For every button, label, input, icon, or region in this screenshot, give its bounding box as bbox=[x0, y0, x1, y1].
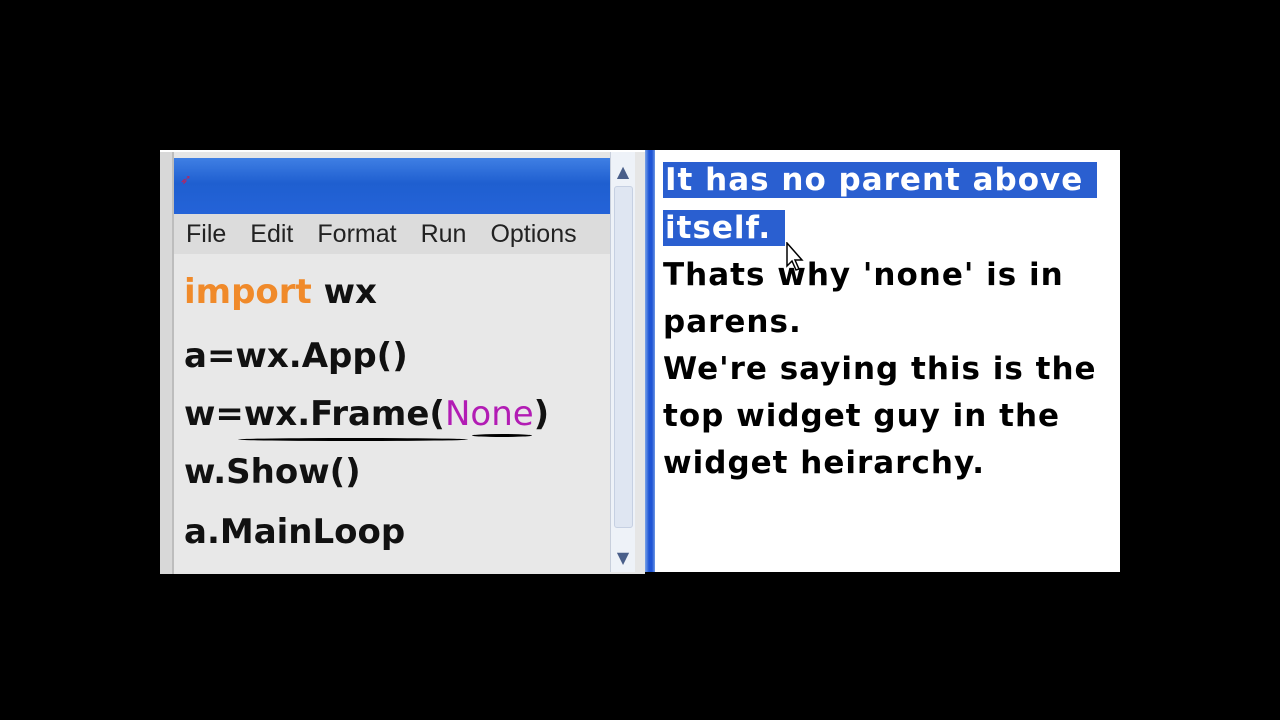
python-app-icon: ➶ bbox=[180, 172, 192, 188]
scroll-thumb[interactable] bbox=[614, 186, 633, 528]
code-text: ) bbox=[533, 394, 550, 434]
menu-bar: File Edit Format Run Options bbox=[174, 214, 610, 254]
window-divider bbox=[645, 150, 655, 572]
idle-editor-window: ➶ File Edit Format Run Options import wx… bbox=[160, 150, 645, 574]
code-line-2: a=wx.App() bbox=[184, 336, 408, 376]
menu-format[interactable]: Format bbox=[317, 220, 396, 249]
note-line-7: widget heirarchy. bbox=[663, 445, 986, 481]
mouse-pointer-icon bbox=[786, 242, 804, 271]
code-line-5: a.MainLoop bbox=[184, 512, 406, 552]
keyword-import: import bbox=[184, 272, 312, 312]
menu-edit[interactable]: Edit bbox=[250, 220, 293, 249]
note-line-1: It has no parent above bbox=[663, 162, 1098, 198]
code-text: wx bbox=[311, 272, 377, 312]
code-text: w=wx.Frame( bbox=[184, 394, 445, 434]
scroll-down-icon[interactable]: ▼ bbox=[611, 546, 635, 570]
note-line-6: top widget guy in the bbox=[663, 398, 1061, 434]
note-line-4: parens. bbox=[663, 304, 802, 340]
menu-options[interactable]: Options bbox=[490, 220, 576, 249]
note-line-3: Thats why 'none' is in bbox=[663, 257, 1064, 293]
annotation-panel: It has no parent above itself. Thats why… bbox=[655, 150, 1120, 572]
note-line-2: itself. bbox=[663, 210, 786, 246]
title-bar[interactable]: ➶ bbox=[174, 158, 610, 214]
selected-text: It has no parent above bbox=[663, 162, 1098, 198]
selected-text: itself. bbox=[663, 210, 786, 246]
code-line-3: w=wx.Frame(None) bbox=[184, 394, 549, 434]
vertical-scrollbar[interactable]: ▲ ▼ bbox=[610, 152, 635, 572]
code-editor[interactable]: import wx a=wx.App() w=wx.Frame(None) w.… bbox=[174, 254, 610, 572]
handwritten-underline bbox=[238, 438, 468, 441]
menu-run[interactable]: Run bbox=[421, 220, 467, 249]
code-line-4: w.Show() bbox=[184, 452, 361, 492]
note-line-5: We're saying this is the bbox=[663, 351, 1097, 387]
code-line-1: import wx bbox=[184, 272, 377, 312]
scroll-up-icon[interactable]: ▲ bbox=[611, 160, 635, 184]
handwritten-underline bbox=[472, 434, 532, 437]
none-argument: None bbox=[444, 394, 534, 434]
window-border bbox=[160, 152, 174, 574]
menu-file[interactable]: File bbox=[186, 220, 226, 249]
